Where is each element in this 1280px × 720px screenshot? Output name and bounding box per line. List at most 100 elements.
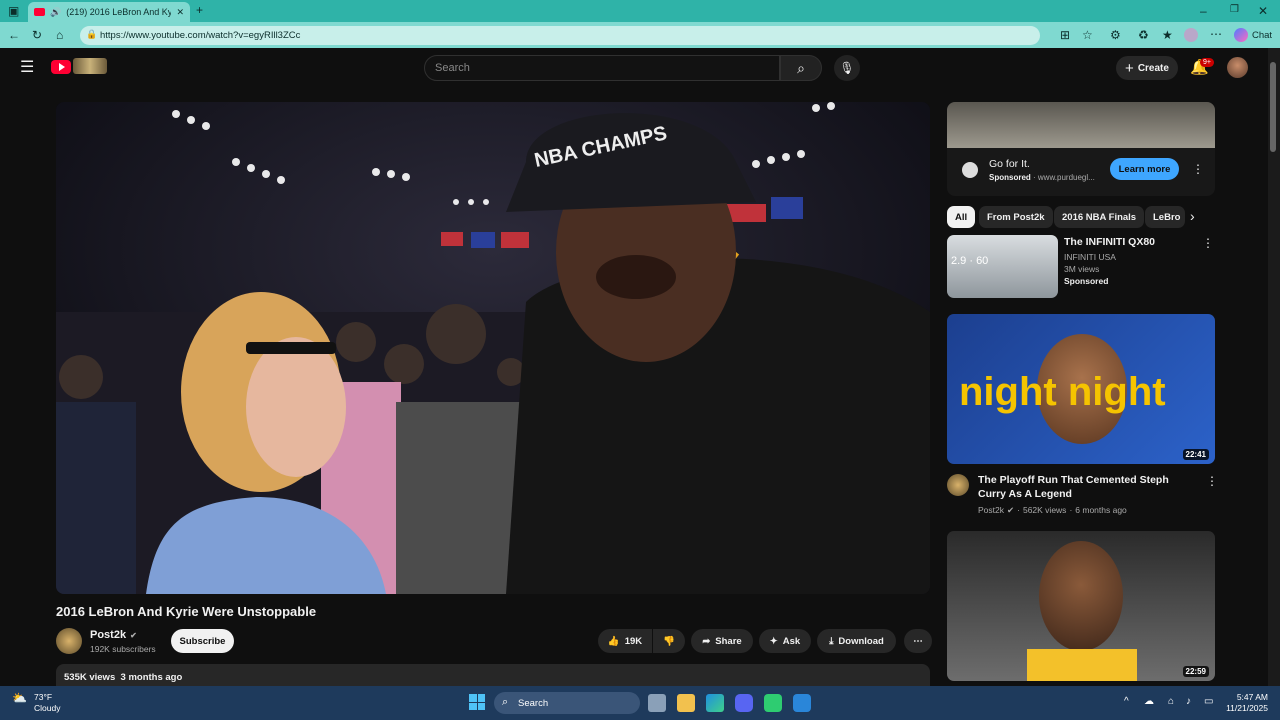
start-button[interactable]	[469, 694, 485, 710]
profile-avatar[interactable]	[1184, 28, 1198, 42]
clock-time: 5:47 AM	[1236, 692, 1268, 702]
clock[interactable]: 5:47 AM 11/21/2025	[1222, 692, 1268, 714]
windows-taskbar	[0, 686, 1280, 720]
doodle-logo[interactable]	[73, 58, 107, 74]
sponsored-label: Sponsored	[1064, 276, 1109, 286]
dislike-button[interactable]: 👎	[653, 629, 685, 653]
search-icon: ⌕	[797, 59, 805, 76]
new-tab-icon[interactable]: +	[196, 4, 203, 16]
related-title[interactable]: The Playoff Run That Cemented Steph Curr…	[978, 473, 1198, 501]
tab-actions-icon[interactable]: ▣	[8, 5, 19, 17]
reading-view-icon[interactable]: ⊞	[1060, 29, 1070, 41]
chip-lebron[interactable]: LeBro	[1145, 206, 1185, 228]
channel-avatar[interactable]	[56, 628, 82, 654]
reload-icon[interactable]: ↻	[32, 29, 42, 41]
learn-more-button[interactable]: Learn more	[1110, 158, 1179, 180]
channel-name-link[interactable]: Post2k ✔	[90, 629, 137, 641]
battery-icon[interactable]: ▭	[1204, 696, 1213, 707]
edge-browser-icon[interactable]	[706, 694, 724, 712]
related-channel[interactable]: INFINITI USA	[1064, 252, 1116, 262]
scrollbar-thumb[interactable]	[1270, 62, 1276, 152]
volume-icon[interactable]: ♪	[1186, 696, 1191, 707]
thumbnail-jersey	[1027, 649, 1137, 681]
network-icon[interactable]: ⌂	[1168, 696, 1174, 707]
copilot-icon	[1234, 28, 1248, 42]
task-view-icon[interactable]	[648, 694, 666, 712]
file-explorer-icon[interactable]	[677, 694, 695, 712]
address-bar[interactable]: https://www.youtube.com/watch?v=egyRIll3…	[80, 26, 1040, 45]
maximize-icon[interactable]: ❐	[1230, 5, 1239, 15]
microphone-icon: 🎙	[839, 61, 855, 75]
store-icon[interactable]	[793, 694, 811, 712]
browser-tab-active[interactable]: 🔊 (219) 2016 LeBron And Kyrie ✕	[28, 2, 190, 22]
close-tab-icon[interactable]: ✕	[176, 7, 184, 18]
thumbs-up-icon: 👍	[607, 635, 620, 647]
weather-widget[interactable]: 73°F Cloudy	[34, 692, 60, 714]
chip-all[interactable]: All	[947, 206, 976, 228]
channel-avatar[interactable]	[947, 474, 969, 496]
chip-2016-nba-finals[interactable]: 2016 NBA Finals	[1054, 206, 1145, 228]
related-channel[interactable]: Post2k	[978, 505, 1004, 516]
voice-search-button[interactable]: 🎙	[834, 55, 860, 81]
like-count: 19K	[624, 635, 643, 647]
ad-banner-image	[947, 102, 1215, 148]
favorites-icon[interactable]: ★	[1162, 29, 1173, 41]
url-text: https://www.youtube.com/watch?v=egyRIll3…	[100, 30, 301, 41]
minimize-icon[interactable]: –	[1200, 5, 1207, 17]
related-age: 6 months ago	[1075, 505, 1127, 515]
home-icon[interactable]: ⌂	[56, 29, 63, 41]
account-avatar[interactable]	[1227, 57, 1248, 78]
chat-label: Chat	[1252, 29, 1273, 41]
create-button[interactable]: + Create	[1116, 56, 1178, 80]
weather-icon[interactable]: ⛅	[12, 691, 27, 705]
related-thumbnail[interactable]: 2.9 · 60	[947, 235, 1058, 298]
search-button[interactable]: ⌕	[780, 55, 822, 81]
ask-button[interactable]: ✦ Ask	[759, 629, 811, 653]
download-button[interactable]: ⤓ Download	[817, 629, 896, 653]
ad-headline: Go for It.	[989, 158, 1030, 170]
thumbs-down-icon: 👎	[663, 635, 675, 647]
tray-overflow-icon[interactable]: ^	[1124, 696, 1129, 707]
related-thumbnail[interactable]: night night 22:41	[947, 314, 1215, 464]
app-icon[interactable]	[764, 694, 782, 712]
clock-date: 11/21/2025	[1226, 703, 1268, 713]
ask-label: Ask	[782, 635, 801, 647]
verified-icon: ✔	[1007, 505, 1015, 515]
video-duration: 22:41	[1182, 449, 1209, 460]
discord-icon[interactable]	[735, 694, 753, 712]
related-menu-icon[interactable]: ⋮	[1206, 474, 1218, 488]
copilot-chat-button[interactable]: Chat	[1234, 28, 1272, 42]
youtube-logo[interactable]	[51, 60, 71, 74]
audio-icon[interactable]: 🔊	[50, 7, 61, 18]
favorite-star-icon[interactable]: ☆	[1082, 29, 1093, 41]
subscribe-button[interactable]: Subscribe	[171, 629, 234, 653]
collections-icon[interactable]: ♻	[1138, 29, 1149, 41]
video-player[interactable]: NBA CHAMPS	[56, 102, 930, 594]
taskbar-search[interactable]: Search	[494, 692, 640, 714]
close-window-icon[interactable]: ✕	[1258, 5, 1268, 17]
ad-logo	[962, 162, 978, 178]
browser-tabbar	[0, 0, 1280, 22]
more-menu-icon[interactable]: ⋯	[1210, 28, 1222, 40]
menu-icon[interactable]: ☰	[20, 60, 34, 76]
share-icon: ➦	[702, 635, 711, 647]
related-thumbnail[interactable]: 22:59	[947, 531, 1215, 681]
ad-domain: www.purduegl...	[1037, 173, 1095, 182]
thumbnail-text: night night	[959, 370, 1166, 414]
search-input[interactable]: Search	[424, 55, 780, 81]
like-button[interactable]: 👍 19K	[598, 629, 652, 653]
thumbnail-subject	[1039, 541, 1123, 651]
lock-icon[interactable]: 🔒	[86, 30, 97, 39]
extensions-icon[interactable]: ⚙	[1110, 29, 1121, 41]
chip-next-icon[interactable]: ›	[1190, 208, 1195, 224]
ad-menu-icon[interactable]: ⋮	[1192, 162, 1204, 176]
related-title[interactable]: The INFINITI QX80	[1064, 235, 1204, 249]
share-button[interactable]: ➦ Share	[691, 629, 753, 653]
download-icon: ⤓	[829, 635, 834, 647]
onedrive-icon[interactable]: ☁	[1144, 696, 1154, 707]
related-menu-icon[interactable]: ⋮	[1202, 236, 1214, 250]
more-actions-button[interactable]: ⋯	[904, 629, 932, 653]
sidebar-ad[interactable]: Go for It. Sponsored · www.purduegl... L…	[947, 102, 1215, 196]
back-icon[interactable]: ←	[8, 29, 20, 41]
chip-from-post2k[interactable]: From Post2k	[979, 206, 1053, 228]
